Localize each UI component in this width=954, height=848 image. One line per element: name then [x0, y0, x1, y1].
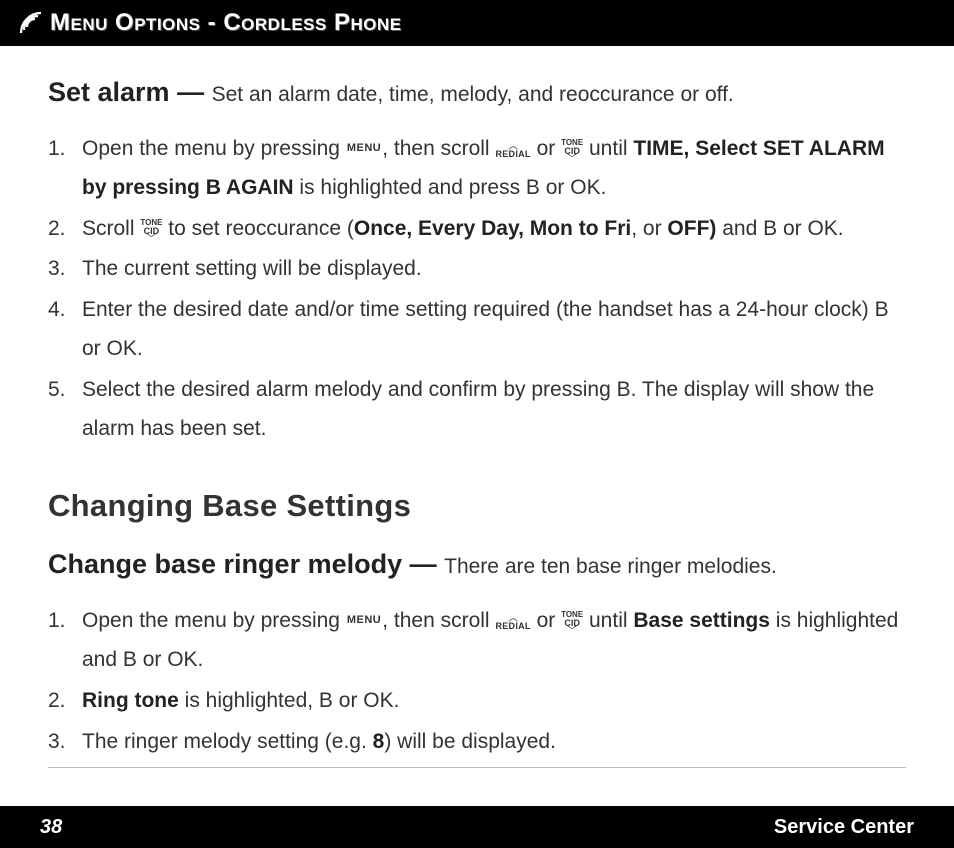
list-item: 4. Enter the desired date and/or time se…: [48, 291, 906, 369]
change-ringer-desc: There are ten base ringer melodies.: [444, 555, 777, 578]
footer-bar: 38 Service Center: [0, 806, 954, 848]
step-body: Select the desired alarm melody and conf…: [82, 371, 906, 449]
list-item: 1. Open the menu by pressing MENU, then …: [48, 602, 906, 680]
signal-arc-icon: [18, 10, 44, 36]
step-body: Ring tone is highlighted, B or OK.: [82, 682, 906, 721]
menu-key-icon: MENU: [346, 142, 382, 154]
service-center-label: Service Center: [774, 816, 914, 839]
redial-up-key-icon: ︿REDIAL: [495, 615, 530, 631]
step-body: Enter the desired date and/or time setti…: [82, 291, 906, 369]
list-item: 5. Select the desired alarm melody and c…: [48, 371, 906, 449]
redial-up-key-icon: ︿REDIAL: [495, 143, 530, 159]
step-body: The ringer melody setting (e.g. 8) will …: [82, 723, 906, 762]
change-ringer-steps: 1. Open the menu by pressing MENU, then …: [48, 602, 906, 761]
step-number: 2.: [48, 682, 82, 721]
bold-text: OFF): [667, 217, 716, 240]
tone-cid-down-key-icon: TONECID﹀: [140, 219, 162, 243]
bold-text: Ring tone: [82, 689, 179, 712]
set-alarm-desc: Set an alarm date, time, melody, and reo…: [212, 83, 734, 106]
step-body: Open the menu by pressing MENU, then scr…: [82, 130, 906, 208]
step-number: 3.: [48, 250, 82, 289]
set-alarm-steps: 1. Open the menu by pressing MENU, then …: [48, 130, 906, 449]
step-number: 3.: [48, 723, 82, 762]
set-alarm-heading: Set alarm: [48, 77, 170, 107]
list-item: 3. The current setting will be displayed…: [48, 250, 906, 289]
step-number: 5.: [48, 371, 82, 449]
header-title: Menu Options - Cordless Phone: [50, 9, 402, 37]
bold-text: Once, Every Day, Mon to Fri: [354, 217, 631, 240]
page-number: 38: [40, 816, 62, 839]
header-bar: Menu Options - Cordless Phone: [0, 0, 954, 46]
step-number: 2.: [48, 210, 82, 249]
divider: [48, 767, 906, 768]
section-set-alarm: Set alarm — Set an alarm date, time, mel…: [48, 68, 906, 449]
menu-key-icon: MENU: [346, 614, 382, 626]
dash: —: [170, 77, 212, 107]
change-ringer-heading: Change base ringer melody: [48, 549, 402, 579]
tone-cid-down-key-icon: TONECID﹀: [561, 139, 583, 163]
list-item: 1. Open the menu by pressing MENU, then …: [48, 130, 906, 208]
list-item: 2. Ring tone is highlighted, B or OK.: [48, 682, 906, 721]
tone-cid-down-key-icon: TONECID﹀: [561, 611, 583, 635]
step-number: 4.: [48, 291, 82, 369]
changing-base-heading: Changing Base Settings: [48, 477, 906, 534]
bold-text: 8: [373, 730, 385, 753]
dash: —: [402, 549, 444, 579]
step-number: 1.: [48, 130, 82, 208]
section-change-ringer: Change base ringer melody — There are te…: [48, 540, 906, 761]
step-body: Open the menu by pressing MENU, then scr…: [82, 602, 906, 680]
list-item: 3. The ringer melody setting (e.g. 8) wi…: [48, 723, 906, 762]
bold-text: Base settings: [633, 609, 770, 632]
step-number: 1.: [48, 602, 82, 680]
step-body: The current setting will be displayed.: [82, 250, 906, 289]
manual-page: Menu Options - Cordless Phone Set alarm …: [0, 0, 954, 848]
page-content: Set alarm — Set an alarm date, time, mel…: [0, 46, 954, 806]
step-body: Scroll TONECID﹀ to set reoccurance (Once…: [82, 210, 906, 249]
list-item: 2. Scroll TONECID﹀ to set reoccurance (O…: [48, 210, 906, 249]
